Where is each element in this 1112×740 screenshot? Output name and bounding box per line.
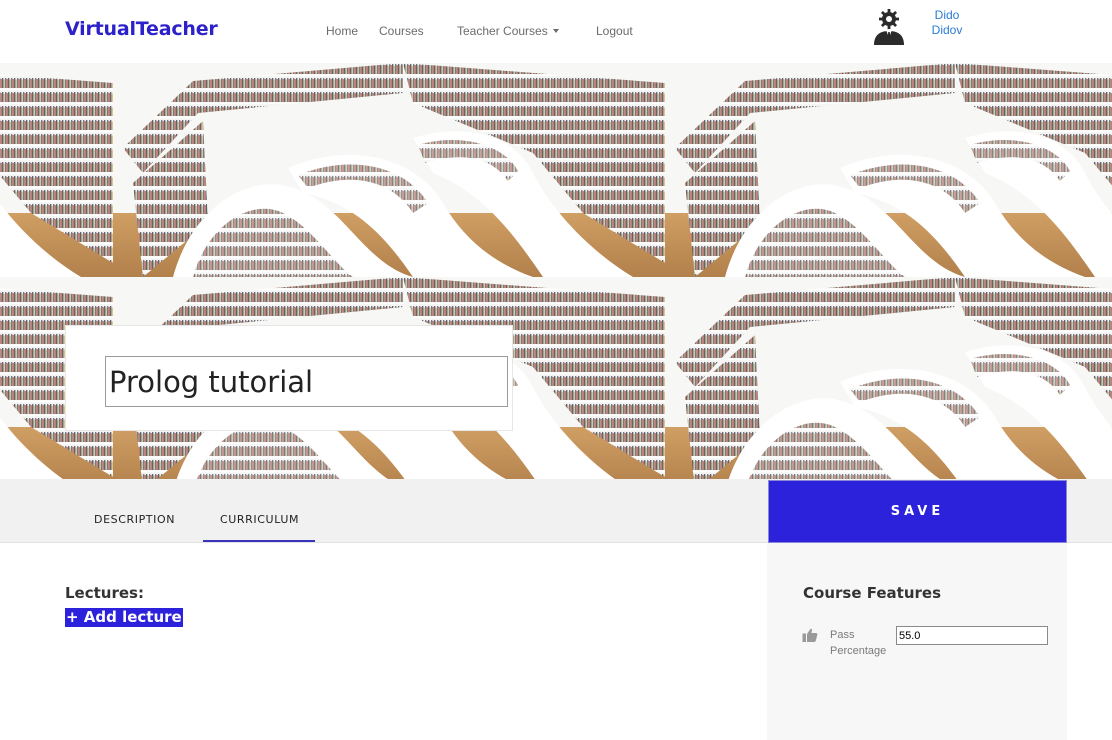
- nav-teacher-courses-label: Teacher Courses: [457, 24, 548, 38]
- course-title-input[interactable]: [105, 356, 508, 407]
- user-name-link[interactable]: Dido Didov: [926, 8, 968, 38]
- add-lecture-button[interactable]: + Add lecture: [65, 608, 183, 627]
- top-navbar: VirtualTeacher Home Courses Teacher Cour…: [0, 0, 1112, 63]
- nav-home-link[interactable]: Home: [326, 24, 358, 38]
- nav-teacher-courses-dropdown[interactable]: Teacher Courses: [457, 24, 559, 38]
- nav-courses-link[interactable]: Courses: [379, 24, 424, 38]
- nav-logout-link[interactable]: Logout: [596, 24, 633, 38]
- pass-percentage-input[interactable]: [896, 626, 1048, 645]
- course-features-title: Course Features: [803, 584, 941, 602]
- pass-label-line2: Percentage: [830, 645, 887, 657]
- pass-percentage-label: Pass Percentage: [830, 627, 900, 659]
- thumbs-up-icon: [802, 628, 818, 642]
- user-avatar-gear-icon[interactable]: [870, 8, 908, 46]
- chevron-down-icon: [552, 28, 559, 33]
- user-first-name: Dido: [934, 8, 960, 22]
- brand-logo[interactable]: VirtualTeacher: [65, 18, 218, 40]
- save-button[interactable]: SAVE: [768, 480, 1067, 543]
- active-tab-indicator: [203, 540, 315, 542]
- tab-curriculum[interactable]: CURRICULUM: [220, 513, 299, 526]
- user-last-name: Didov: [931, 23, 963, 37]
- tab-description[interactable]: DESCRIPTION: [94, 513, 175, 526]
- lectures-heading: Lectures:: [65, 584, 144, 602]
- pass-label-line1: Pass: [830, 629, 855, 641]
